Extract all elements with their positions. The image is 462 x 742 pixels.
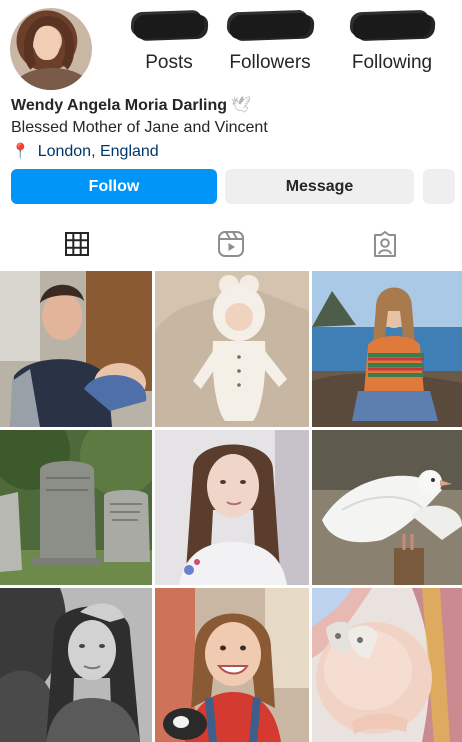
post-thumbnail[interactable] [0,271,152,427]
message-button[interactable]: Message [225,169,414,204]
pin-icon: 📍 [11,143,30,160]
stat-following[interactable]: Following [346,12,438,74]
dove-icon: 🕊 [231,97,252,114]
profile-page: Posts Followers Following Wendy Angela M… [0,0,462,742]
post-thumbnail[interactable] [0,430,152,585]
follow-button[interactable]: Follow [11,169,217,204]
stat-label: Following [351,52,433,73]
stat-label: Followers [229,52,311,73]
stat-followers[interactable]: Followers [226,12,314,74]
post-thumbnail[interactable] [312,588,462,742]
avatar[interactable] [10,8,92,90]
redacted-count [133,12,205,40]
redacted-count [229,12,311,40]
suggested-accounts-button[interactable] [423,169,455,204]
post-thumbnail[interactable] [155,271,309,427]
profile-name: Wendy Angela Moria Darling 🕊 [11,95,251,115]
post-thumbnail[interactable] [0,588,152,742]
post-thumbnail[interactable] [312,430,462,585]
stat-label: Posts [145,52,193,73]
posts-grid [0,271,462,742]
grid-icon [65,232,89,256]
location-text: London, England [37,143,159,160]
profile-stats: Posts Followers Following [118,12,458,78]
profile-bio: Blessed Mother of Jane and Vincent [11,119,268,136]
post-thumbnail[interactable] [312,271,462,427]
tab-posts-grid[interactable] [0,218,154,270]
profile-location[interactable]: 📍 London, England [11,142,159,161]
stat-posts[interactable]: Posts [130,12,208,74]
tab-reels[interactable] [154,218,308,270]
profile-tabs [0,218,462,270]
tab-tagged[interactable] [308,218,462,270]
post-thumbnail[interactable] [155,430,309,585]
profile-name-text: Wendy Angela Moria Darling [11,97,228,114]
post-thumbnail[interactable] [155,588,309,742]
tagged-icon [374,231,396,257]
reels-icon [218,231,244,257]
redacted-count [352,12,432,40]
